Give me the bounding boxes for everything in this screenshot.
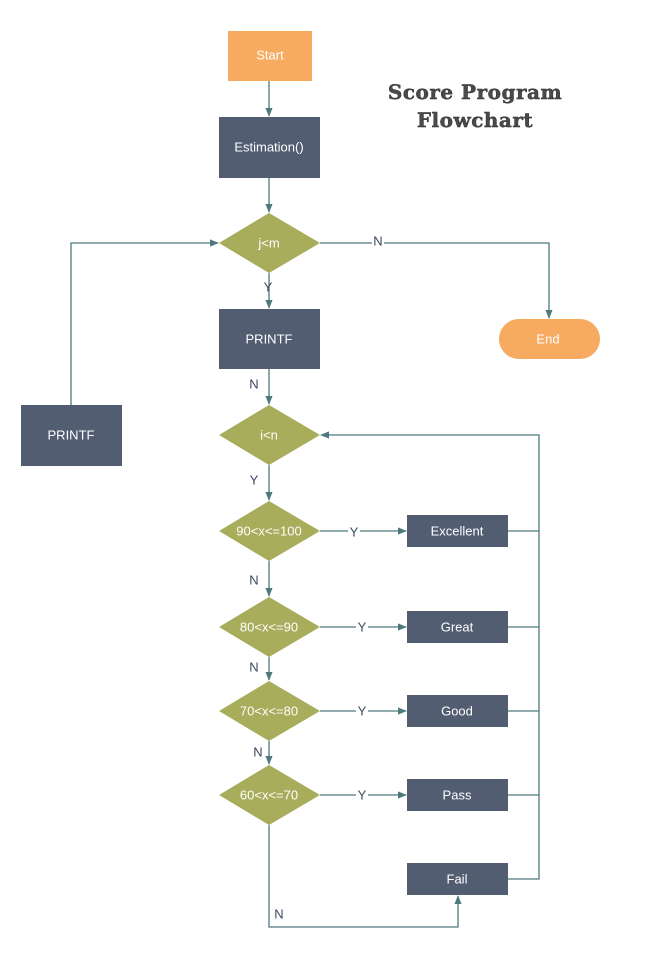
node-label: Good xyxy=(441,704,473,719)
edge-label-60-yes: Y xyxy=(358,788,367,803)
edge-label-printf-no: N xyxy=(249,377,258,392)
node-end[interactable]: End xyxy=(499,319,600,359)
edge-label-j-no: N xyxy=(373,234,382,249)
node-cond-70[interactable]: 70<x<=80 xyxy=(219,681,320,741)
edge-fail-loop-cond-i xyxy=(320,431,540,880)
edge-label-80-yes: Y xyxy=(358,620,367,635)
edge-label-90-no: N xyxy=(249,573,258,588)
node-label: Excellent xyxy=(431,524,484,539)
edge-printf-side-cond-j xyxy=(70,239,219,405)
edge-label-j-yes: Y xyxy=(264,280,273,295)
node-label: i<n xyxy=(260,428,278,443)
node-great[interactable]: Great xyxy=(407,611,508,643)
node-excellent[interactable]: Excellent xyxy=(407,515,508,547)
node-fail[interactable]: Fail xyxy=(407,863,508,895)
node-label: 80<x<=90 xyxy=(240,620,298,635)
node-cond-j[interactable]: j<m xyxy=(219,213,320,273)
edge-label-80-no: N xyxy=(249,660,258,675)
node-label: 90<x<=100 xyxy=(236,524,301,539)
node-pass[interactable]: Pass xyxy=(407,779,508,811)
node-cond-i[interactable]: i<n xyxy=(219,405,320,465)
node-label: Estimation() xyxy=(234,140,303,155)
node-label: 70<x<=80 xyxy=(240,704,298,719)
node-good[interactable]: Good xyxy=(407,695,508,727)
node-label: Pass xyxy=(443,788,472,803)
node-cond-90[interactable]: 90<x<=100 xyxy=(219,501,320,561)
node-label: End xyxy=(536,332,559,347)
node-cond-80[interactable]: 80<x<=90 xyxy=(219,597,320,657)
node-label: PRINTF xyxy=(246,332,293,347)
node-label: PRINTF xyxy=(48,428,95,443)
chart-title-line1: Score Program xyxy=(388,80,562,104)
flowchart-canvas: Score Program Flowchart Y N N Y Y N Y N … xyxy=(21,31,600,928)
edge-label-i-yes: Y xyxy=(250,473,259,488)
node-label: Fail xyxy=(447,872,468,887)
edge-label-90-yes: Y xyxy=(350,525,359,540)
node-label: 60<x<=70 xyxy=(240,788,298,803)
edge-label-70-no: N xyxy=(253,745,262,760)
chart-title-line2: Flowchart xyxy=(417,108,534,132)
edge-label-60-no: N xyxy=(274,907,283,922)
edge-label-70-yes: Y xyxy=(358,704,367,719)
node-estimation[interactable]: Estimation() xyxy=(219,117,320,178)
node-printf-side[interactable]: PRINTF xyxy=(21,405,122,466)
node-label: Great xyxy=(441,620,474,635)
node-label: Start xyxy=(256,48,284,63)
node-printf-main[interactable]: PRINTF xyxy=(219,309,320,369)
node-cond-60[interactable]: 60<x<=70 xyxy=(219,765,320,825)
node-label: j<m xyxy=(257,236,279,251)
edge-cond-j-end-no xyxy=(320,242,553,319)
node-start[interactable]: Start xyxy=(228,31,312,81)
